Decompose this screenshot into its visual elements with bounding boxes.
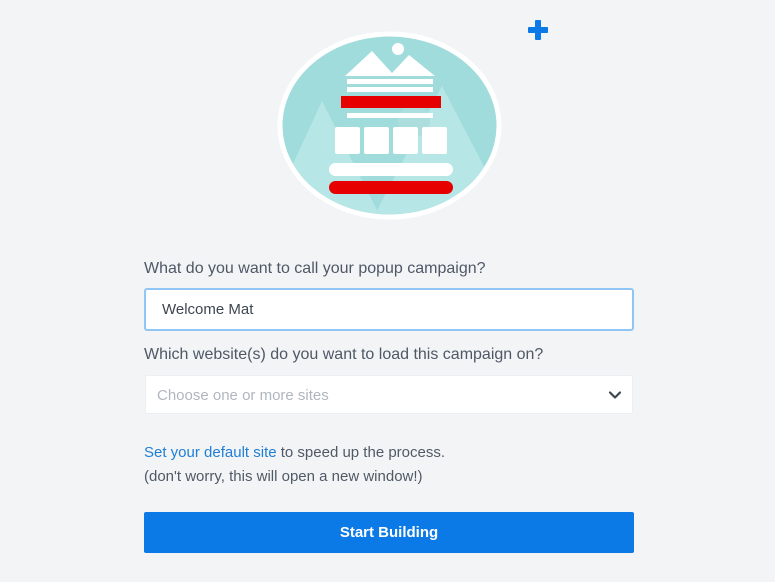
website-select-label: Which website(s) do you want to load thi… — [144, 346, 544, 363]
website-select-placeholder: Choose one or more sites — [157, 387, 329, 404]
start-building-button[interactable]: Start Building — [144, 512, 634, 553]
chevron-down-icon — [608, 391, 622, 399]
default-site-help: Set your default site to speed up the pr… — [144, 441, 634, 489]
help-text: to speed up the process. — [276, 444, 446, 461]
campaign-name-label: What do you want to call your popup camp… — [144, 260, 486, 277]
campaign-name-input[interactable] — [144, 288, 634, 331]
help-line-1: Set your default site to speed up the pr… — [144, 441, 634, 465]
help-note: (don't worry, this will open a new windo… — [144, 468, 423, 485]
popup-illustration — [277, 31, 502, 220]
campaign-setup-page: What do you want to call your popup camp… — [0, 0, 775, 582]
website-select[interactable]: Choose one or more sites — [145, 375, 633, 414]
set-default-site-link[interactable]: Set your default site — [144, 444, 277, 461]
plus-icon[interactable] — [527, 19, 549, 41]
